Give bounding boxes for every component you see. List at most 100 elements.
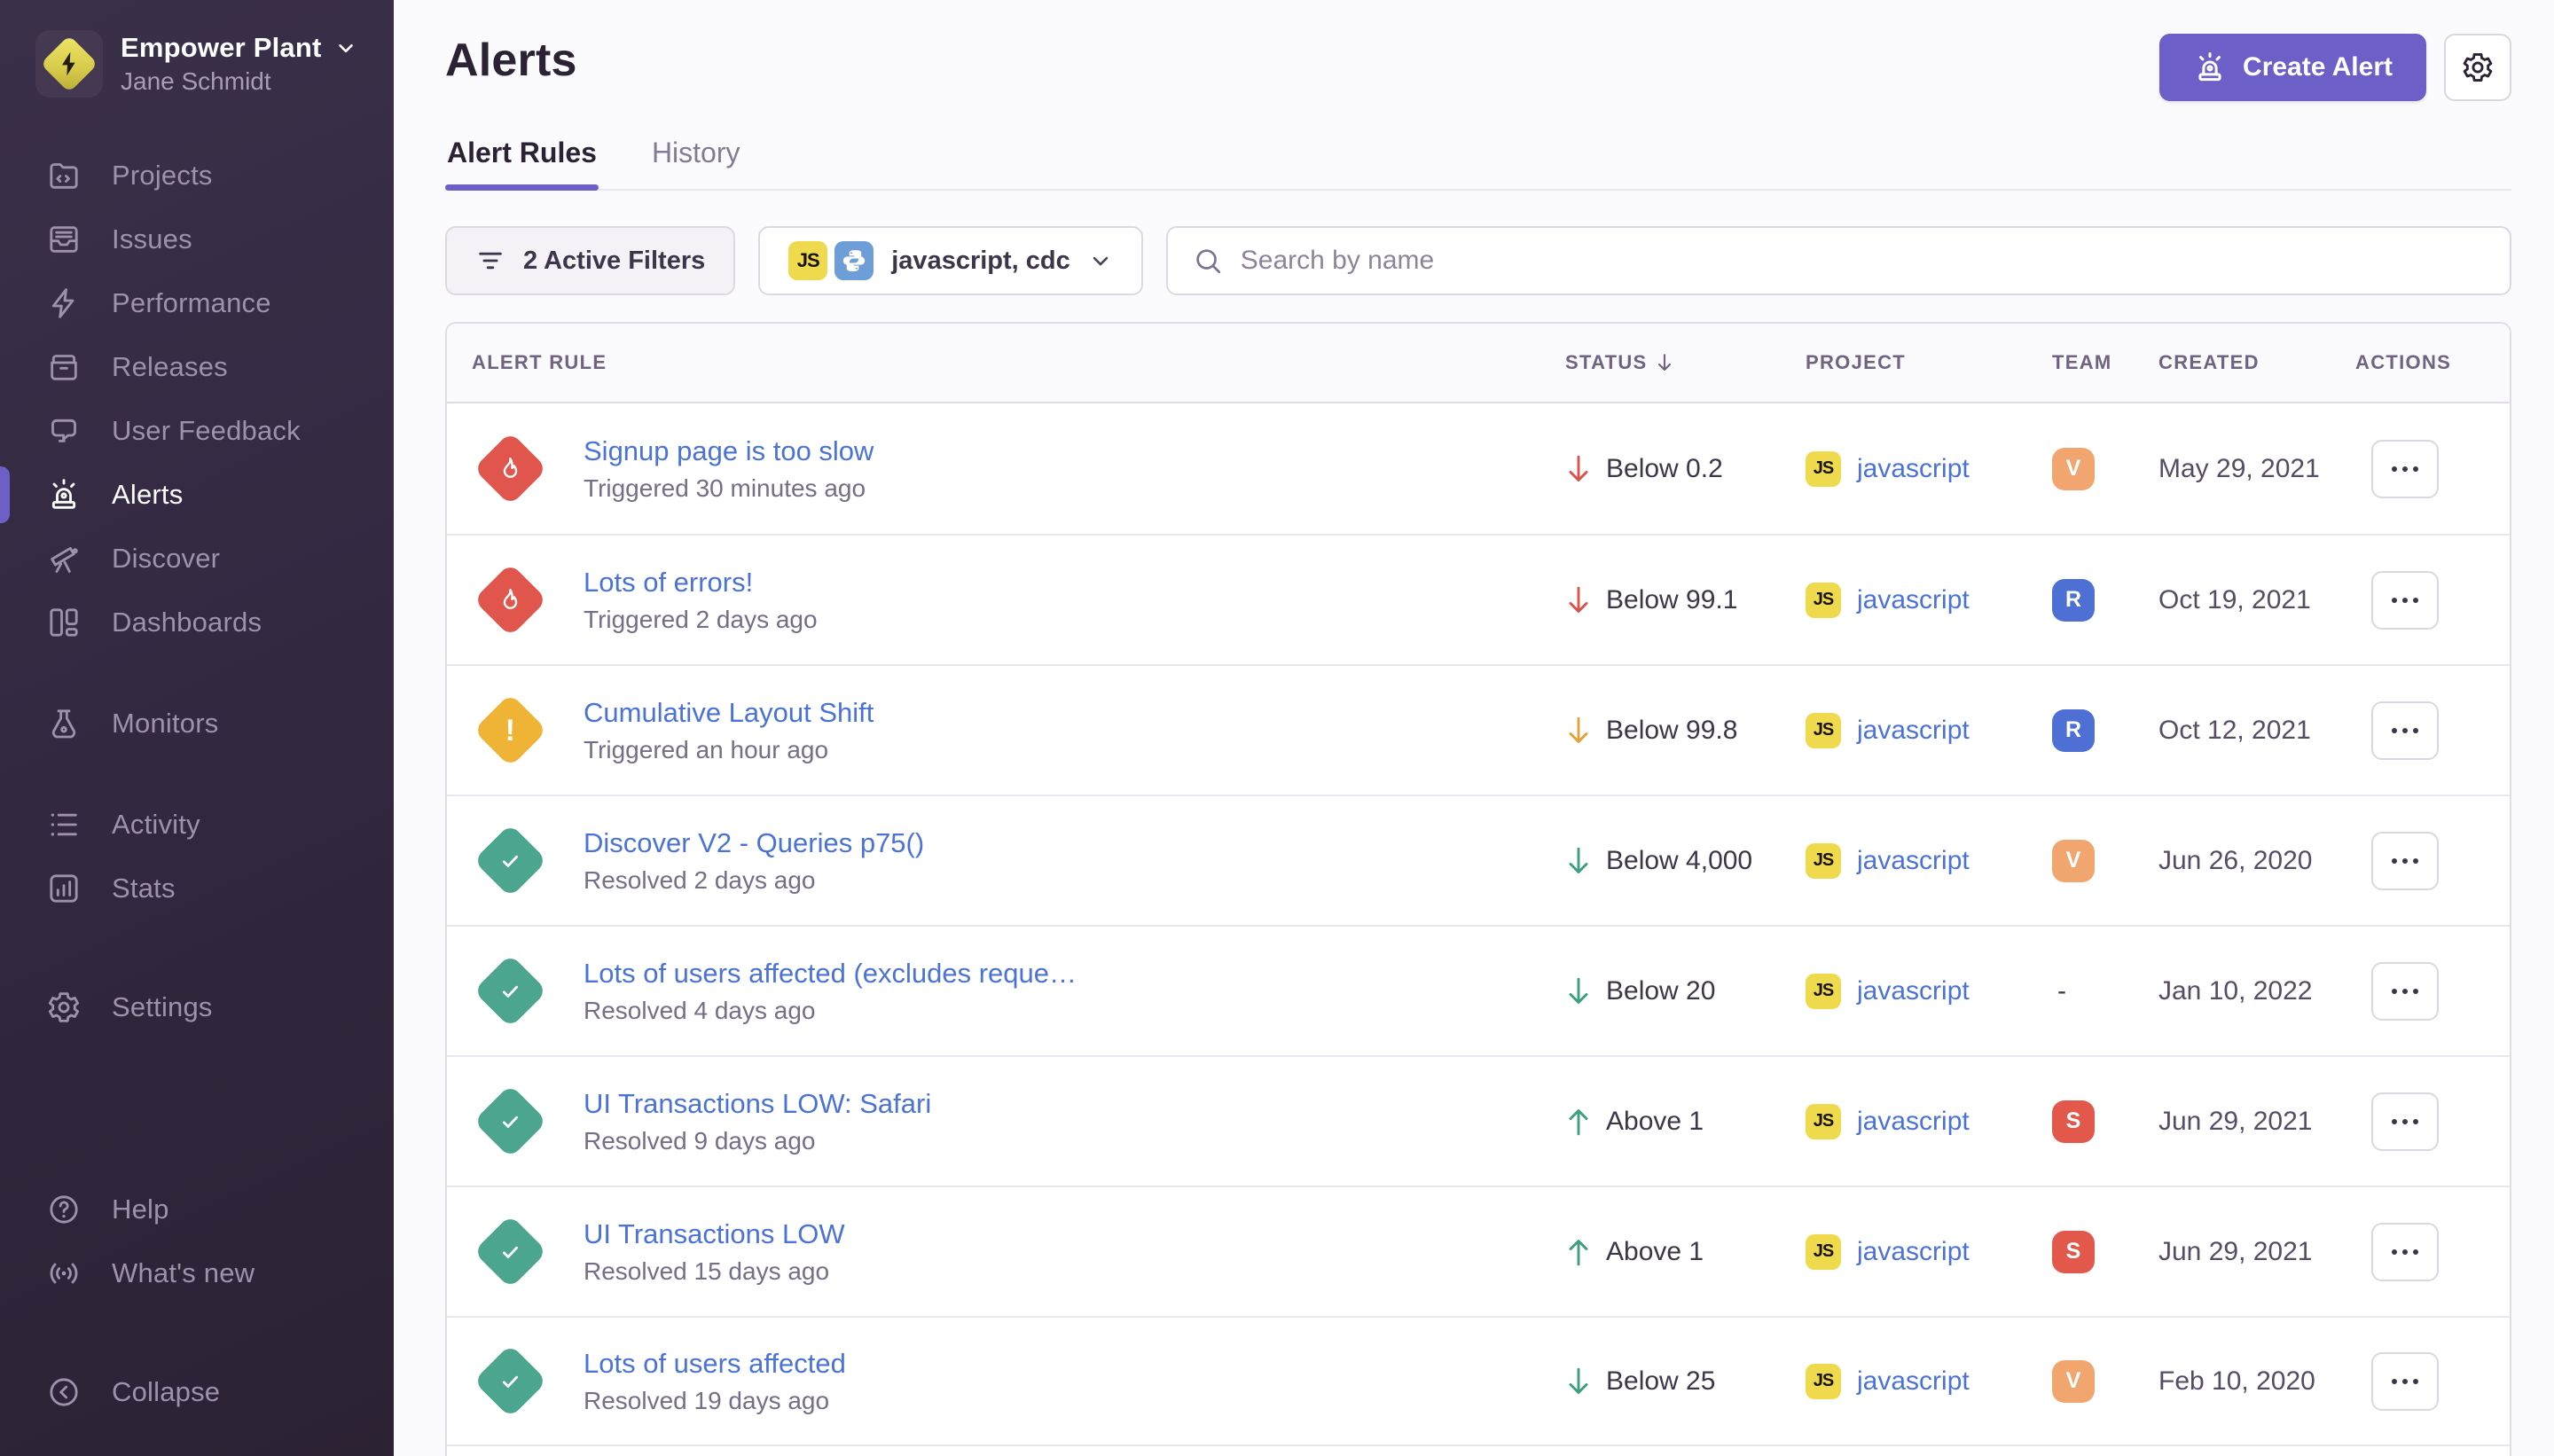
- arrow-down-icon: [1565, 453, 1592, 485]
- alert-rule-link[interactable]: Signup page is too slow: [584, 435, 874, 467]
- alert-rule-link[interactable]: Lots of errors!: [584, 567, 818, 599]
- sidebar-item-settings[interactable]: Settings: [0, 975, 394, 1039]
- project-cell: JS javascript: [1806, 974, 2052, 1009]
- status-value: Above 1: [1606, 1237, 1704, 1267]
- column-actions: Actions: [2355, 351, 2485, 374]
- stats-icon: [46, 871, 82, 906]
- alert-rule-cell: UI Transactions LOW Resolved 15 days ago: [472, 1214, 1565, 1290]
- team-cell: V: [2052, 1360, 2158, 1403]
- project-link[interactable]: javascript: [1857, 454, 1970, 484]
- alert-rule-link[interactable]: Cumulative Layout Shift: [584, 697, 874, 729]
- team-avatar: S: [2052, 1100, 2095, 1143]
- column-alert-rule: Alert Rule: [472, 351, 1565, 374]
- sidebar-item-monitors[interactable]: Monitors: [0, 692, 394, 755]
- tab-alert-rules[interactable]: Alert Rules: [445, 137, 599, 189]
- status-cell: Below 20: [1565, 975, 1806, 1007]
- sidebar-item-dashboards[interactable]: Dashboards: [0, 591, 394, 654]
- team-cell: V: [2052, 448, 2158, 490]
- row-actions-button[interactable]: [2371, 832, 2439, 890]
- sidebar-item-stats[interactable]: Stats: [0, 857, 394, 920]
- arrow-down-icon: [1565, 1366, 1592, 1397]
- sidebar-item-releases[interactable]: Releases: [0, 335, 394, 399]
- releases-icon: [46, 349, 82, 385]
- column-created: Created: [2158, 351, 2355, 374]
- alert-rule-link[interactable]: UI Transactions LOW: Safari: [584, 1088, 931, 1120]
- activity-icon: [46, 807, 82, 842]
- created-date: Oct 19, 2021: [2158, 585, 2355, 615]
- actions-cell: [2355, 440, 2485, 498]
- column-team: Team: [2052, 351, 2158, 374]
- project-selector-label: javascript, cdc: [891, 247, 1070, 276]
- sidebar-item-label: Monitors: [112, 708, 218, 740]
- sidebar-item-discover[interactable]: Discover: [0, 527, 394, 591]
- actions-cell: [2355, 571, 2485, 630]
- row-actions-button[interactable]: [2371, 962, 2439, 1021]
- column-status[interactable]: Status: [1565, 351, 1806, 374]
- sidebar-item-activity[interactable]: Activity: [0, 793, 394, 857]
- row-actions-button[interactable]: [2371, 701, 2439, 760]
- tab-history[interactable]: History: [650, 137, 742, 189]
- arrow-down-icon: [1565, 715, 1592, 747]
- projects-icon: [46, 158, 82, 193]
- create-alert-button[interactable]: Create Alert: [2159, 34, 2426, 101]
- sidebar-item-label: User Feedback: [112, 415, 301, 447]
- alert-rule-cell: Signup page is too slow Triggered 30 min…: [472, 431, 1565, 507]
- sidebar-item-alerts[interactable]: Alerts: [0, 463, 394, 527]
- project-link[interactable]: javascript: [1857, 1237, 1970, 1267]
- table-row: UI Transactions LOW: Safari Resolved 9 d…: [447, 1055, 2510, 1186]
- project-link[interactable]: javascript: [1857, 846, 1970, 876]
- team-cell: S: [2052, 1231, 2158, 1273]
- alert-rules-table: Alert Rule Status Project Team Created A…: [445, 322, 2511, 1456]
- resolved-diamond-icon: [472, 1214, 548, 1290]
- actions-cell: [2355, 962, 2485, 1021]
- alert-settings-button[interactable]: [2444, 34, 2511, 101]
- alert-rule-link[interactable]: UI Transactions LOW: [584, 1218, 845, 1250]
- table-header: Alert Rule Status Project Team Created A…: [447, 324, 2510, 403]
- sidebar-item-collapse[interactable]: Collapse: [0, 1360, 394, 1424]
- created-date: Jun 29, 2021: [2158, 1107, 2355, 1137]
- table-row: Lots of users affected (excludes reque… …: [447, 925, 2510, 1055]
- actions-cell: [2355, 701, 2485, 760]
- settings-icon: [46, 990, 82, 1025]
- alert-rule-link[interactable]: Discover V2 - Queries p75(): [584, 827, 924, 859]
- row-actions-button[interactable]: [2371, 1352, 2439, 1411]
- alert-rule-subtext: Resolved 4 days ago: [584, 997, 1077, 1025]
- javascript-platform-icon: JS: [1806, 713, 1841, 748]
- discover-icon: [46, 541, 82, 576]
- row-actions-button[interactable]: [2371, 571, 2439, 630]
- team-cell: R: [2052, 709, 2158, 752]
- project-cell: JS javascript: [1806, 843, 2052, 879]
- alert-rule-cell: Lots of users affected (excludes reque… …: [472, 953, 1565, 1029]
- sidebar-item-whats-new[interactable]: What's new: [0, 1241, 394, 1305]
- project-link[interactable]: javascript: [1857, 716, 1970, 746]
- search-input[interactable]: [1241, 246, 2485, 276]
- javascript-platform-icon: JS: [1806, 451, 1841, 487]
- sidebar-item-issues[interactable]: Issues: [0, 207, 394, 271]
- active-filters-button[interactable]: 2 Active Filters: [445, 226, 735, 295]
- project-selector-button[interactable]: JS javascript, cdc: [758, 226, 1143, 295]
- sidebar-item-performance[interactable]: Performance: [0, 271, 394, 335]
- filter-icon: [475, 246, 505, 276]
- alert-rule-link[interactable]: Lots of users affected (excludes reque…: [584, 958, 1077, 990]
- status-value: Below 25: [1606, 1366, 1715, 1397]
- sidebar-item-projects[interactable]: Projects: [0, 144, 394, 207]
- project-link[interactable]: javascript: [1857, 1366, 1970, 1397]
- sidebar-item-user-feedback[interactable]: User Feedback: [0, 399, 394, 463]
- sidebar-item-help[interactable]: Help: [0, 1178, 394, 1241]
- actions-cell: [2355, 1092, 2485, 1151]
- filter-bar: 2 Active Filters JS javascript, cdc: [445, 226, 2511, 295]
- project-link[interactable]: javascript: [1857, 1107, 1970, 1137]
- sidebar-item-label: Dashboards: [112, 607, 262, 638]
- sidebar-item-label: Issues: [112, 223, 192, 255]
- row-actions-button[interactable]: [2371, 1092, 2439, 1151]
- alert-rule-link[interactable]: Lots of users affected: [584, 1348, 846, 1380]
- project-link[interactable]: javascript: [1857, 585, 1970, 615]
- search-icon: [1193, 246, 1223, 276]
- project-link[interactable]: javascript: [1857, 976, 1970, 1006]
- org-switcher[interactable]: Empower Plant Jane Schmidt: [0, 0, 394, 124]
- resolved-diamond-icon: [472, 823, 548, 899]
- row-actions-button[interactable]: [2371, 1223, 2439, 1281]
- sidebar-spacer: [0, 1039, 394, 1178]
- arrow-up-icon: [1565, 1236, 1592, 1268]
- row-actions-button[interactable]: [2371, 440, 2439, 498]
